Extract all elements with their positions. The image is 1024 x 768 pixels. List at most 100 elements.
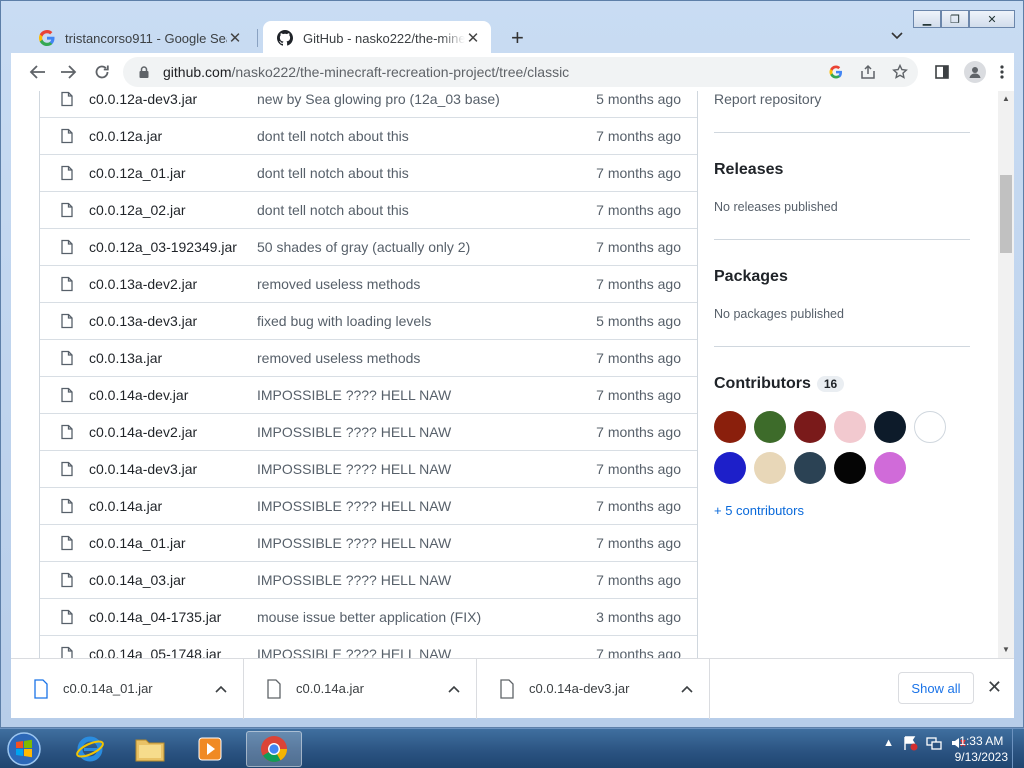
reload-icon — [95, 65, 109, 79]
scrollbar-thumb[interactable] — [1000, 175, 1012, 253]
file-name-link[interactable]: c0.0.13a-dev3.jar — [89, 313, 257, 329]
commit-message-link[interactable]: fixed bug with loading levels — [257, 313, 579, 329]
file-name-link[interactable]: c0.0.13a.jar — [89, 350, 257, 366]
file-name-link[interactable]: c0.0.12a_01.jar — [89, 165, 257, 181]
network-icon[interactable] — [926, 735, 942, 751]
contributor-avatar[interactable] — [754, 411, 786, 443]
commit-age: 7 months ago — [596, 424, 681, 440]
media-player-taskbar-button[interactable] — [182, 731, 238, 767]
contributor-avatar[interactable] — [874, 411, 906, 443]
bookmark-star-icon[interactable] — [892, 64, 908, 80]
contributor-avatar[interactable] — [754, 452, 786, 484]
commit-message-link[interactable]: removed useless methods — [257, 350, 579, 366]
contributors-header: Contributors 16 — [714, 375, 845, 393]
file-name-link[interactable]: c0.0.14a_05-1748.jar — [89, 646, 257, 658]
contributor-avatar[interactable] — [834, 452, 866, 484]
scroll-down-arrow-icon[interactable]: ▼ — [998, 642, 1014, 658]
close-icon[interactable]: ✕ — [465, 29, 481, 47]
contributor-avatar[interactable] — [794, 452, 826, 484]
file-row: c0.0.14a_01.jar IMPOSSIBLE ???? HELL NAW 7… — [40, 525, 697, 562]
commit-message-link[interactable]: IMPOSSIBLE ???? HELL NAW — [257, 535, 579, 551]
file-list: c0.0.12a-dev3.jar new by Sea glowing pro … — [39, 91, 698, 658]
releases-heading[interactable]: Releases — [714, 161, 783, 179]
lock-icon[interactable] — [137, 65, 151, 79]
kebab-menu-icon[interactable] — [1000, 64, 1004, 80]
reload-button[interactable] — [87, 57, 117, 87]
contributor-avatar[interactable] — [714, 411, 746, 443]
commit-message-link[interactable]: IMPOSSIBLE ???? HELL NAW — [257, 461, 579, 477]
file-name-link[interactable]: c0.0.14a-dev3.jar — [89, 461, 257, 477]
commit-message-link[interactable]: 50 shades of gray (actually only 2) — [257, 239, 579, 255]
file-name-link[interactable]: c0.0.14a-dev2.jar — [89, 424, 257, 440]
system-clock[interactable]: 1:33 AM 9/13/2023 — [955, 733, 1008, 765]
tab-separator — [257, 29, 258, 47]
share-icon[interactable] — [860, 64, 876, 80]
commit-message-link[interactable]: dont tell notch about this — [257, 202, 579, 218]
commit-message-link[interactable]: IMPOSSIBLE ???? HELL NAW — [257, 572, 579, 588]
google-lens-g-icon[interactable] — [828, 64, 844, 80]
new-tab-button[interactable]: + — [511, 25, 524, 51]
commit-age: 3 months ago — [596, 609, 681, 625]
file-explorer-taskbar-button[interactable] — [122, 731, 178, 767]
file-icon — [61, 609, 73, 625]
close-icon[interactable]: ✕ — [987, 677, 1002, 698]
internet-explorer-taskbar-button[interactable] — [62, 731, 118, 767]
file-name-link[interactable]: c0.0.14a_01.jar — [89, 535, 257, 551]
address-bar[interactable]: github.com/nasko222/the-minecraft-recrea… — [123, 57, 918, 87]
folder-icon — [135, 739, 165, 762]
download-item[interactable]: c0.0.14a.jar — [244, 658, 477, 719]
file-icon — [61, 202, 73, 218]
contributor-avatar[interactable] — [914, 411, 946, 443]
tab-github[interactable]: GitHub - nasko222/the-minecraft-recreati… — [263, 21, 491, 55]
forward-button[interactable] — [53, 57, 83, 87]
file-icon — [267, 678, 281, 699]
side-panel-icon[interactable] — [934, 64, 950, 80]
download-item[interactable]: c0.0.14a-dev3.jar — [477, 658, 710, 719]
page-scrollbar[interactable]: ▲ ▼ — [998, 91, 1014, 658]
file-name-link[interactable]: c0.0.13a-dev2.jar — [89, 276, 257, 292]
tab-google-search[interactable]: tristancorso911 - Google Search ✕ — [25, 21, 253, 55]
start-button[interactable] — [6, 731, 46, 767]
commit-message-link[interactable]: mouse issue better application (FIX) — [257, 609, 579, 625]
chevron-up-icon[interactable] — [444, 682, 464, 696]
contributor-avatar[interactable] — [834, 411, 866, 443]
commit-message-link[interactable]: new by Sea glowing pro (12a_03 base) — [257, 91, 579, 107]
commit-message-link[interactable]: IMPOSSIBLE ???? HELL NAW — [257, 498, 579, 514]
download-item[interactable]: c0.0.14a_01.jar — [11, 658, 244, 719]
file-name-link[interactable]: c0.0.12a_02.jar — [89, 202, 257, 218]
file-name-link[interactable]: c0.0.12a_03-192349.jar — [89, 239, 257, 255]
show-all-downloads-button[interactable]: Show all — [898, 672, 974, 704]
more-contributors-link[interactable]: + 5 contributors — [714, 503, 804, 518]
tray-expand-arrow-icon[interactable]: ▲ — [883, 737, 894, 749]
tab-search-chevron-icon[interactable] — [891, 29, 903, 43]
contributor-avatar[interactable] — [714, 452, 746, 484]
file-name-link[interactable]: c0.0.14a-dev.jar — [89, 387, 257, 403]
commit-message-link[interactable]: dont tell notch about this — [257, 128, 579, 144]
file-name-link[interactable]: c0.0.12a-dev3.jar — [89, 91, 257, 107]
close-icon[interactable]: ✕ — [227, 29, 243, 47]
action-center-flag-icon[interactable] — [902, 735, 918, 751]
commit-message-link[interactable]: IMPOSSIBLE ???? HELL NAW — [257, 387, 579, 403]
commit-message-link[interactable]: removed useless methods — [257, 276, 579, 292]
commit-message-link[interactable]: IMPOSSIBLE ???? HELL NAW — [257, 424, 579, 440]
omnibox-actions — [828, 64, 908, 80]
file-name-link[interactable]: c0.0.14a_03.jar — [89, 572, 257, 588]
contributor-avatar[interactable] — [874, 452, 906, 484]
chevron-up-icon[interactable] — [211, 682, 231, 696]
commit-message-link[interactable]: dont tell notch about this — [257, 165, 579, 181]
chrome-taskbar-button[interactable] — [246, 731, 302, 767]
file-name-link[interactable]: c0.0.14a_04-1735.jar — [89, 609, 257, 625]
file-name-link[interactable]: c0.0.12a.jar — [89, 128, 257, 144]
show-desktop-button[interactable] — [1012, 729, 1024, 768]
contributors-heading[interactable]: Contributors — [714, 375, 811, 393]
toolbar-right — [934, 57, 1004, 87]
commit-message-link[interactable]: IMPOSSIBLE ???? HELL NAW — [257, 646, 579, 658]
report-repository-link[interactable]: Report repository — [714, 91, 821, 107]
contributor-avatar[interactable] — [794, 411, 826, 443]
packages-heading[interactable]: Packages — [714, 268, 788, 286]
chevron-up-icon[interactable] — [677, 682, 697, 696]
file-name-link[interactable]: c0.0.14a.jar — [89, 498, 257, 514]
back-button[interactable] — [23, 57, 53, 87]
profile-avatar-icon[interactable] — [964, 61, 986, 83]
scroll-up-arrow-icon[interactable]: ▲ — [998, 91, 1014, 107]
